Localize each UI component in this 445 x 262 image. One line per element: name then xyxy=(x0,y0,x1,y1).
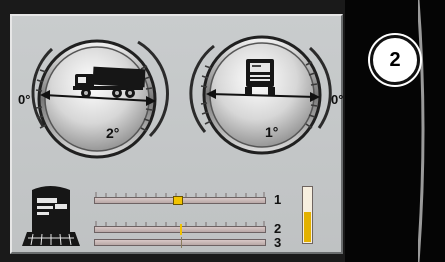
vertical-level-fill xyxy=(304,212,311,242)
left-gauge-value: 2° xyxy=(106,125,120,141)
slider-2-label: 2 xyxy=(274,221,282,236)
right-gauge-zero-label: 0° xyxy=(331,92,344,107)
slider-1-thumb[interactable] xyxy=(172,196,183,205)
slider-1[interactable] xyxy=(94,196,266,205)
harvester-front-icon xyxy=(22,186,80,246)
left-gauge-zero-label: 0° xyxy=(18,92,31,107)
gauge-right xyxy=(189,35,332,155)
slider-3-marker[interactable] xyxy=(181,237,182,248)
slider-2-marker[interactable] xyxy=(180,224,182,235)
page-badge[interactable]: 2 xyxy=(370,35,420,85)
right-gauge-value: 1° xyxy=(265,124,279,140)
slider-2[interactable] xyxy=(94,224,266,235)
slider-3-label: 3 xyxy=(274,235,282,250)
slider-1-label: 1 xyxy=(274,192,282,207)
vertical-level-bar xyxy=(302,186,313,244)
slider-3[interactable] xyxy=(94,237,266,248)
edge-arc xyxy=(418,0,425,262)
gauge-left xyxy=(31,39,169,159)
